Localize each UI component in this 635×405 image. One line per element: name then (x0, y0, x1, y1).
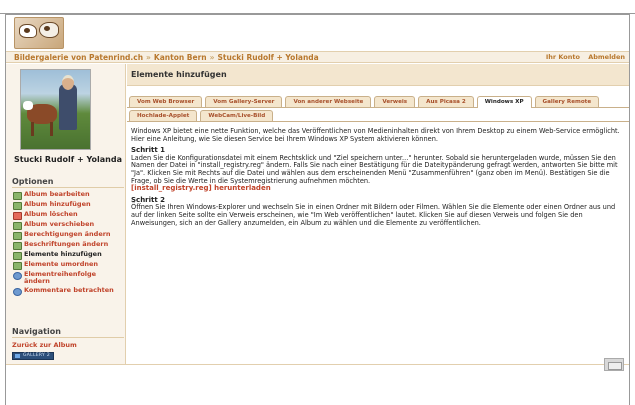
step2-text: Öffnen Sie Ihren Windows-Explorer und we… (131, 203, 616, 227)
album-name: Stucki Rudolf + Yolanda (14, 155, 122, 164)
tab-row-1: Vom Web Browser Vom Gallery-Server Von a… (127, 96, 629, 108)
scroll-corner-icon[interactable] (604, 358, 624, 371)
tab-row-2: Hochlade-Applet WebCam/Live-Bild (127, 110, 629, 122)
logout-link[interactable]: Abmelden (588, 53, 625, 61)
calf-figure (23, 101, 57, 124)
permissions-icon (12, 231, 22, 240)
breadcrumb-bar: Bildergalerie von Patenrind.ch» Kanton Be… (6, 51, 629, 63)
option-album-verschieben[interactable]: Album verschieben (12, 221, 124, 230)
comments-icon (12, 287, 22, 296)
intro-text: Windows XP bietet eine nette Funktion, w… (131, 127, 620, 143)
user-links: Ihr Konto Abmelden (540, 53, 625, 61)
tab-hochlade-applet[interactable]: Hochlade-Applet (129, 110, 198, 121)
cow-icon (39, 22, 59, 38)
breadcrumb-separator: » (209, 53, 215, 62)
add-icon (12, 201, 22, 210)
breadcrumb: Bildergalerie von Patenrind.ch» Kanton Be… (14, 53, 319, 62)
tab-aus-picasa[interactable]: Aus Picasa 2 (418, 96, 474, 107)
sidebar: Stucki Rudolf + Yolanda Optionen Album b… (6, 64, 126, 364)
step1-text: Laden Sie die Konfigurationsdatei mit ei… (131, 153, 618, 185)
tab-von-anderer-webseite[interactable]: Von anderer Webseite (285, 96, 372, 107)
page-title: Elemente hinzufügen (127, 64, 629, 86)
cow-icon (19, 24, 37, 38)
tab-webcam[interactable]: WebCam/Live-Bild (200, 110, 274, 121)
person-figure (59, 75, 77, 130)
option-beschriftungen[interactable]: Beschriftungen ändern (12, 241, 124, 250)
option-kommentare[interactable]: Kommentare betrachten (12, 287, 124, 296)
calf-legs (31, 122, 53, 136)
option-elemente-hinzufuegen[interactable]: Elemente hinzufügen (12, 251, 124, 260)
breadcrumb-item-album[interactable]: Stucki Rudolf + Yolanda (218, 53, 319, 62)
tab-gallery-remote[interactable]: Gallery Remote (534, 96, 600, 107)
breadcrumb-separator: » (146, 53, 151, 62)
options-section: Optionen Album bearbeiten Album hinzufüg… (12, 177, 124, 297)
option-berechtigungen[interactable]: Berechtigungen ändern (12, 231, 124, 240)
navigation-section: Navigation Zurück zur Album (12, 327, 124, 349)
edit-icon (12, 191, 22, 200)
back-to-album-link[interactable]: Zurück zur Album (12, 341, 124, 349)
account-link[interactable]: Ihr Konto (546, 53, 580, 61)
sort-icon (12, 271, 22, 280)
options-title: Optionen (12, 177, 124, 188)
tab-windows-xp[interactable]: Windows XP (476, 96, 532, 108)
instructions: Windows XP bietet eine nette Funktion, w… (131, 127, 627, 231)
breadcrumb-item-gallery[interactable]: Bildergalerie von Patenrind.ch (14, 53, 143, 62)
breadcrumb-item-kanton[interactable]: Kanton Bern (154, 53, 207, 62)
option-album-hinzufuegen[interactable]: Album hinzufügen (12, 201, 124, 210)
add-items-icon (12, 251, 22, 260)
main-content: Elemente hinzufügen Vom Web Browser Vom … (127, 64, 629, 364)
option-elementreihenfolge[interactable]: Elementreihenfolge ändern (12, 271, 124, 285)
reorder-icon (12, 261, 22, 270)
footer-divider (6, 364, 629, 365)
tab-verweis[interactable]: Verweis (374, 96, 416, 107)
option-elemente-umordnen[interactable]: Elemente umordnen (12, 261, 124, 270)
download-registry-link[interactable]: [install_registry.reg] herunterladen (131, 184, 271, 192)
album-thumbnail[interactable] (20, 69, 91, 150)
option-album-bearbeiten[interactable]: Album bearbeiten (12, 191, 124, 200)
tab-bar: Vom Web Browser Vom Gallery-Server Von a… (127, 96, 629, 124)
captions-icon (12, 241, 22, 250)
gallery2-badge[interactable]: GALLERY 2 (12, 352, 54, 360)
tab-vom-gallery-server[interactable]: Vom Gallery-Server (205, 96, 283, 107)
navigation-title: Navigation (12, 327, 124, 338)
move-icon (12, 221, 22, 230)
window-top-border (0, 0, 635, 14)
site-header (6, 15, 629, 50)
site-logo[interactable] (14, 17, 64, 49)
option-album-loeschen[interactable]: Album löschen (12, 211, 124, 220)
delete-icon (12, 211, 22, 220)
tab-vom-web-browser[interactable]: Vom Web Browser (129, 96, 203, 107)
